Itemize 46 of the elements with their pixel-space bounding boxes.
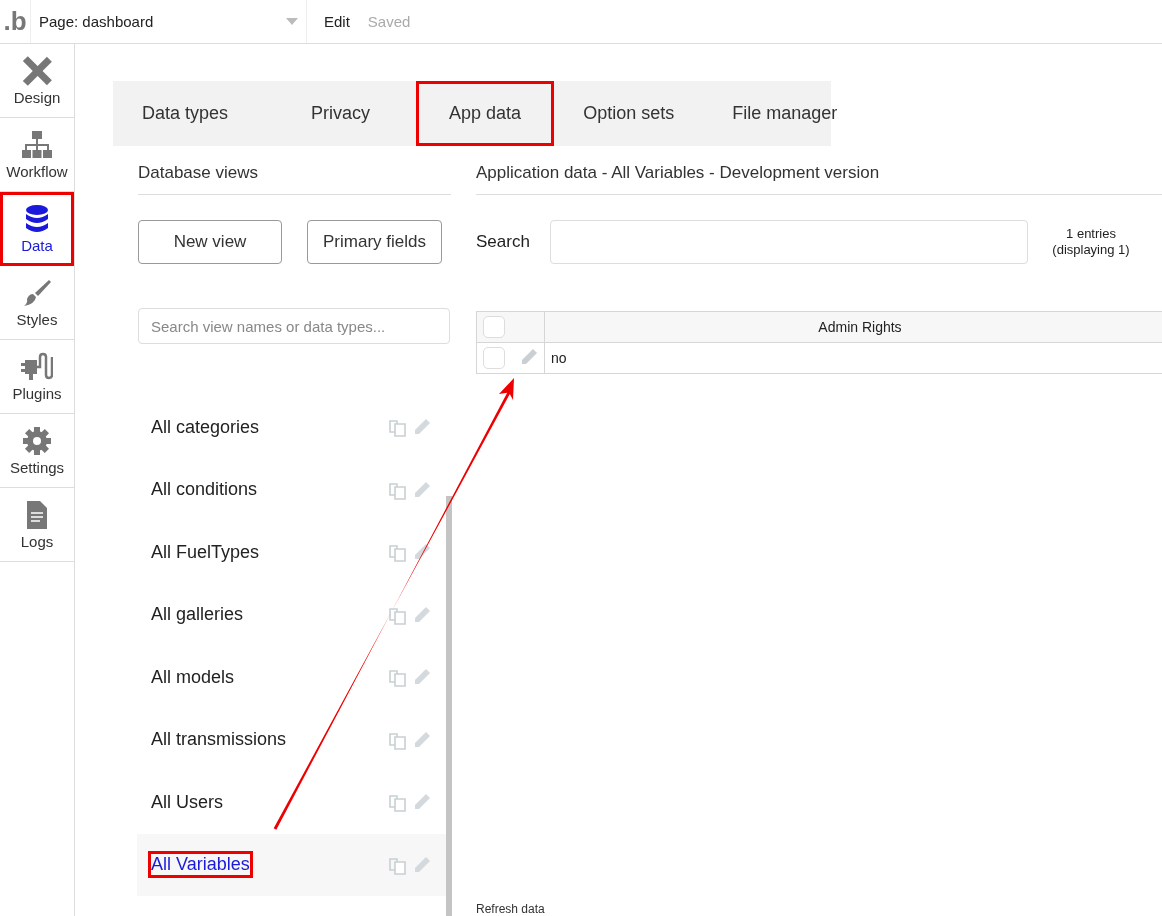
- panel-heading: Database views: [138, 163, 451, 195]
- sidebar-item[interactable]: Design: [0, 44, 74, 118]
- tab[interactable]: Privacy: [257, 81, 417, 146]
- saved-status: Saved: [367, 13, 411, 30]
- tab[interactable]: Option sets: [554, 81, 704, 146]
- view-list-item[interactable]: All conditions: [137, 458, 446, 521]
- search-field[interactable]: [550, 220, 1028, 264]
- checkbox[interactable]: [483, 316, 505, 338]
- refresh-data-link[interactable]: Refresh data: [476, 902, 545, 916]
- panel-button[interactable]: New view: [138, 220, 282, 264]
- entries-displayed: (displaying 1): [1051, 242, 1131, 258]
- sidebar-item[interactable]: Logs: [0, 488, 74, 562]
- view-list-item[interactable]: All Users: [137, 771, 446, 834]
- view-list-item[interactable]: All categories: [137, 396, 446, 459]
- checkbox[interactable]: [483, 347, 505, 369]
- view-list-item[interactable]: All Variables: [137, 833, 446, 896]
- sidebar-item[interactable]: Styles: [0, 266, 74, 340]
- flowchart-icon: [21, 129, 53, 160]
- view-list-item[interactable]: All models: [137, 646, 446, 709]
- panel-heading: Application data - All Variables - Development version: [476, 163, 1162, 195]
- document-icon: [25, 499, 49, 530]
- gear-icon: [22, 425, 52, 456]
- tab[interactable]: Data types: [113, 81, 258, 146]
- sidebar-item[interactable]: Plugins: [0, 340, 74, 414]
- sidebar-item[interactable]: Settings: [0, 414, 74, 488]
- panel-button[interactable]: Primary fields: [307, 220, 442, 264]
- tab[interactable]: App data: [416, 81, 555, 146]
- scrollbar[interactable]: [446, 496, 452, 916]
- tab[interactable]: File manager: [703, 81, 867, 146]
- search-label: Search: [476, 232, 531, 252]
- sidebar-item[interactable]: Workflow: [0, 118, 74, 192]
- caret-icon: [286, 18, 298, 25]
- edit-mode-label: Edit: [324, 13, 350, 30]
- paintbrush-icon: [22, 277, 52, 308]
- entries-count: 1 entries: [1065, 226, 1117, 242]
- sidebar-item[interactable]: Data: [0, 192, 74, 266]
- view-list-item[interactable]: All galleries: [137, 583, 446, 646]
- copy-icon[interactable]: [388, 417, 408, 438]
- copy-icon[interactable]: [388, 667, 408, 688]
- view-list-item[interactable]: All FuelTypes: [137, 521, 446, 584]
- search-field[interactable]: Search view names or data types...: [138, 308, 450, 344]
- column-header: Admin Rights: [544, 311, 1162, 343]
- view-list-item[interactable]: All transmissions: [137, 708, 446, 771]
- copy-icon[interactable]: [388, 792, 408, 813]
- database-icon: [25, 203, 49, 234]
- plug-icon: [21, 351, 53, 382]
